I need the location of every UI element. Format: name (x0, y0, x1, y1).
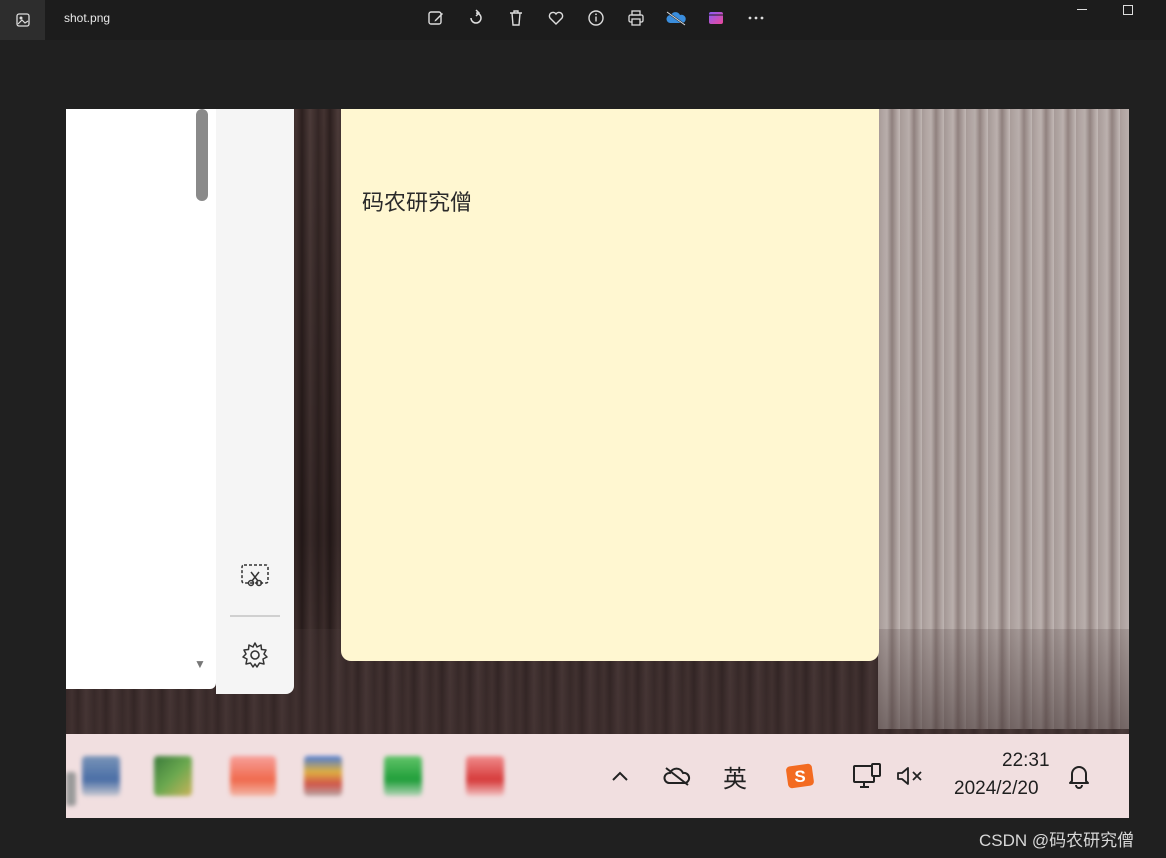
network-icon[interactable] (850, 734, 884, 818)
viewer-titlebar: shot.png (0, 0, 1166, 40)
taskbar: 英 S 22:31 2024/2/20 (66, 734, 1129, 818)
maximize-button[interactable] (1116, 2, 1140, 18)
notes-list-panel (66, 109, 216, 689)
taskbar-app-3-icon[interactable] (230, 756, 276, 796)
notification-bell-icon[interactable] (1064, 734, 1094, 818)
taskbar-app-4-icon[interactable] (304, 756, 342, 796)
taskbar-app-1-icon[interactable] (82, 756, 120, 796)
info-icon[interactable] (584, 6, 608, 30)
ime-language-indicator[interactable]: 英 (718, 734, 752, 818)
screen-snip-icon[interactable] (239, 560, 271, 592)
onedrive-icon[interactable] (664, 6, 688, 30)
clipchamp-icon[interactable] (704, 6, 728, 30)
delete-icon[interactable] (504, 6, 528, 30)
minimize-button[interactable] (1070, 2, 1094, 18)
sticky-note[interactable]: 码农研究僧 (341, 109, 879, 661)
volume-muted-icon[interactable] (894, 734, 926, 818)
displayed-image: ▼ 码农研究僧 英 S 22:31 2024/2/20 (66, 109, 1129, 818)
onedrive-offline-icon[interactable] (660, 734, 694, 818)
panel-divider (230, 615, 280, 617)
taskbar-app-5-icon[interactable] (384, 756, 422, 796)
rotate-icon[interactable] (464, 6, 488, 30)
clock-time[interactable]: 22:31 (1002, 750, 1050, 772)
viewer-toolbar (424, 6, 768, 30)
photos-app-icon (0, 0, 45, 40)
taskbar-app-6-icon[interactable] (466, 756, 504, 796)
more-icon[interactable] (744, 6, 768, 30)
clock-date[interactable]: 2024/2/20 (954, 778, 1039, 800)
svg-text:S: S (794, 767, 805, 786)
sticky-note-text[interactable]: 码农研究僧 (362, 185, 472, 217)
print-icon[interactable] (624, 6, 648, 30)
show-hidden-icons-chevron-icon[interactable] (606, 734, 634, 818)
notes-side-panel (216, 109, 294, 694)
scroll-down-arrow-icon[interactable]: ▼ (194, 657, 206, 671)
file-name: shot.png (64, 11, 111, 25)
taskbar-edge-item (66, 772, 76, 806)
scrollbar-thumb[interactable] (196, 109, 208, 201)
favorite-icon[interactable] (544, 6, 568, 30)
edit-image-icon[interactable] (424, 6, 448, 30)
sogou-input-icon[interactable]: S (784, 734, 816, 818)
settings-gear-icon[interactable] (239, 639, 271, 671)
csdn-watermark: CSDN @码农研究僧 (979, 831, 1135, 850)
taskbar-app-2-icon[interactable] (154, 756, 192, 796)
